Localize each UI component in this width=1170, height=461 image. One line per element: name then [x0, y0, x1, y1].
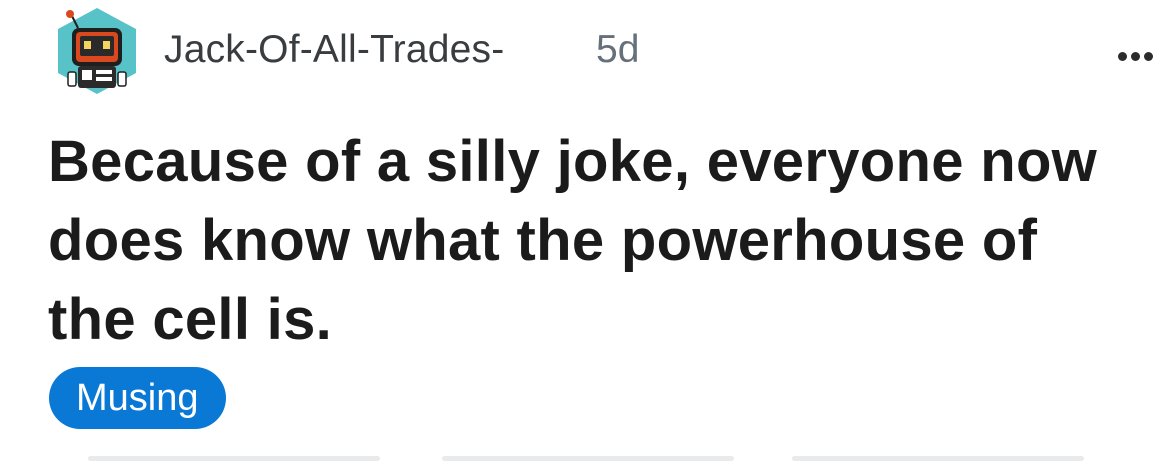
content-preview-edge	[88, 456, 380, 461]
post-header: Jack-Of-All-Trades- 5d	[48, 2, 1153, 102]
content-preview-edge	[792, 456, 1084, 461]
flair-badge[interactable]: Musing	[49, 367, 226, 429]
post-age: 5d	[596, 28, 640, 71]
author-username[interactable]: Jack-Of-All-Trades-	[164, 28, 504, 72]
content-preview-edge	[442, 456, 734, 461]
robot-avatar-icon[interactable]	[48, 2, 146, 100]
post-card: Jack-Of-All-Trades- 5d Because of a sill…	[0, 0, 1170, 461]
post-title[interactable]: Because of a silly joke, everyone now do…	[48, 122, 1108, 359]
more-options-icon[interactable]	[1118, 48, 1166, 61]
